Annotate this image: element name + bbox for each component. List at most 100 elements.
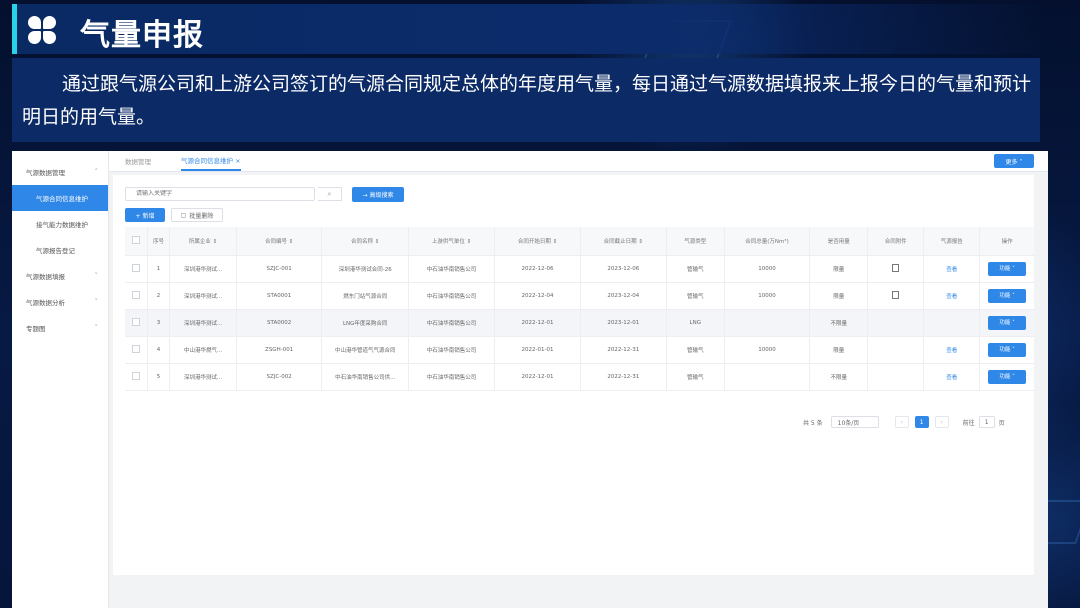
report-cell: 查看 <box>923 282 981 310</box>
cell: 2022-12-31 <box>580 363 667 391</box>
search-input[interactable] <box>134 190 298 198</box>
action-cell: 功能 ˅ <box>979 309 1034 337</box>
select-all-checkbox-cell[interactable] <box>125 227 148 256</box>
add-button[interactable]: + 新增 <box>125 208 165 222</box>
column-header[interactable]: 合同开始日期 ⇕ <box>494 227 581 256</box>
checkbox[interactable] <box>131 318 140 326</box>
cell <box>724 309 811 337</box>
column-header[interactable]: 合同名称 ⇕ <box>321 227 409 256</box>
cell: 5 <box>147 363 171 391</box>
cell: 管输气 <box>666 282 725 310</box>
more-button[interactable]: 更多 ˅ <box>994 154 1034 168</box>
file-icon[interactable] <box>892 264 900 272</box>
chevron-down-icon: ˅ <box>94 324 99 332</box>
search-field[interactable] <box>125 187 315 201</box>
sidebar-item-label: 接气能力数据维护 <box>36 221 88 229</box>
report-cell: 查看 <box>923 363 981 391</box>
attachment-cell <box>867 255 925 283</box>
row-checkbox-cell[interactable] <box>125 255 148 283</box>
cell: LNG年度采购合同 <box>321 309 409 337</box>
sidebar-item-gas-data-management[interactable]: 气源数据管理 ˄ <box>12 159 108 185</box>
report-cell: 查看 <box>923 255 981 283</box>
prev-page-button[interactable]: ‹ <box>894 416 909 428</box>
cell: 4 <box>147 336 171 364</box>
cell: 深圳港华测试... <box>169 282 237 310</box>
checkbox[interactable] <box>131 372 140 380</box>
cell: 管输气 <box>666 363 725 391</box>
checkbox[interactable] <box>131 264 140 272</box>
main-content: ⌕ → 高级搜索 + 新增 ▢ 批量删除 序号 所属企业 ⇕ 合同编号 ⇕ 合同… <box>113 175 1034 575</box>
column-header: 气源报告 <box>923 227 981 256</box>
column-header[interactable]: 合同编号 ⇕ <box>236 227 323 256</box>
table-row: 2 深圳港华测试... STA0001 燃东门站气源合同 中石油华南销售公司 2… <box>125 282 1034 310</box>
goto-page-input[interactable]: 1 <box>978 416 995 428</box>
sidebar-item-capacity-maintenance[interactable]: 接气能力数据维护 <box>12 211 108 237</box>
row-checkbox-cell[interactable] <box>125 336 148 364</box>
cell: 2022-12-01 <box>494 363 581 391</box>
sidebar-item-report-register[interactable]: 气源报告登记 <box>12 237 108 263</box>
cell: ZSGH-001 <box>236 336 323 364</box>
row-checkbox-cell[interactable] <box>125 309 148 337</box>
cell: 深圳港华测试... <box>169 255 237 283</box>
view-link[interactable]: 查看 <box>946 348 957 354</box>
column-header: 是否用量 <box>809 227 869 256</box>
file-icon[interactable] <box>892 291 900 299</box>
view-link[interactable]: 查看 <box>946 267 957 273</box>
search-icon[interactable]: ⌕ <box>318 187 342 201</box>
sidebar-item-label: 气源数据分析 <box>26 299 65 307</box>
chevron-down-icon: ˅ <box>94 272 99 280</box>
table-row: 1 深圳港华测试... SZJC-001 深圳港华测试合同-26 中石油华南销售… <box>125 255 1034 283</box>
attachment-cell <box>867 363 925 391</box>
next-page-button[interactable]: › <box>934 416 949 428</box>
function-button[interactable]: 功能 ˅ <box>988 343 1027 357</box>
trash-icon: ▢ <box>180 211 187 219</box>
tab-bar: 数据管理 气源合同信息维护 × 更多 ˅ <box>109 151 1048 172</box>
row-checkbox-cell[interactable] <box>125 363 148 391</box>
function-button[interactable]: 功能 ˅ <box>988 289 1027 303</box>
batch-delete-button[interactable]: ▢ 批量删除 <box>171 208 223 222</box>
function-button[interactable]: 功能 ˅ <box>988 262 1027 276</box>
cell: 2023-12-06 <box>580 255 667 283</box>
cell: 2023-12-04 <box>580 282 667 310</box>
cell: 2023-12-01 <box>580 309 667 337</box>
sidebar-item-data-analysis[interactable]: 气源数据分析 ˅ <box>12 289 108 315</box>
checkbox[interactable] <box>131 236 140 244</box>
app-screenshot: 气源数据管理 ˄ 气源合同信息维护 接气能力数据维护 气源报告登记 气源数据填报… <box>12 151 1048 608</box>
cell: 2 <box>147 282 171 310</box>
column-header[interactable]: 合同截止日期 ⇕ <box>580 227 667 256</box>
sidebar-item-thematic-map[interactable]: 专题图 ˅ <box>12 315 108 341</box>
row-checkbox-cell[interactable] <box>125 282 148 310</box>
cell: SZJC-001 <box>236 255 323 283</box>
column-header[interactable]: 上游供气单位 ⇕ <box>408 227 496 256</box>
action-cell: 功能 ˅ <box>979 282 1034 310</box>
checkbox[interactable] <box>131 291 140 299</box>
view-link[interactable]: 查看 <box>946 294 957 300</box>
tab-data-management[interactable]: 数据管理 <box>125 151 151 171</box>
page-number-button[interactable]: 1 <box>914 416 929 428</box>
advanced-search-button[interactable]: → 高级搜索 <box>352 187 404 202</box>
cell: 中石油华南销售公司 <box>408 336 496 364</box>
function-button[interactable]: 功能 ˅ <box>988 316 1027 330</box>
table-row: 4 中山港华燃气... ZSGH-001 中山港华管道气气源合同 中石油华南销售… <box>125 336 1034 364</box>
sidebar-item-contract-maintenance[interactable]: 气源合同信息维护 <box>12 185 108 211</box>
cell: 不限量 <box>809 309 869 337</box>
contract-table: 序号 所属企业 ⇕ 合同编号 ⇕ 合同名称 ⇕ 上游供气单位 ⇕ 合同开始日期 … <box>125 227 1034 391</box>
checkbox[interactable] <box>131 345 140 353</box>
attachment-cell <box>867 336 925 364</box>
sidebar-item-label: 气源报告登记 <box>36 247 75 255</box>
column-header: 操作 <box>979 227 1034 256</box>
cell: 限量 <box>809 282 869 310</box>
sidebar-item-label: 气源合同信息维护 <box>36 195 88 203</box>
sidebar-item-data-fill[interactable]: 气源数据填报 ˅ <box>12 263 108 289</box>
page-size-select[interactable]: 10条/页 <box>830 416 879 428</box>
chevron-down-icon: ˅ <box>94 298 99 306</box>
batch-delete-label: 批量删除 <box>189 212 214 220</box>
sidebar-item-label: 气源数据填报 <box>26 273 65 281</box>
page-unit-label: 页 <box>998 419 1005 427</box>
view-link[interactable]: 查看 <box>946 375 957 381</box>
function-button[interactable]: 功能 ˅ <box>988 370 1027 384</box>
column-header[interactable]: 所属企业 ⇕ <box>169 227 237 256</box>
chevron-up-icon: ˄ <box>94 168 99 176</box>
cell <box>724 363 811 391</box>
tab-contract-maintenance[interactable]: 气源合同信息维护 × <box>181 151 241 171</box>
